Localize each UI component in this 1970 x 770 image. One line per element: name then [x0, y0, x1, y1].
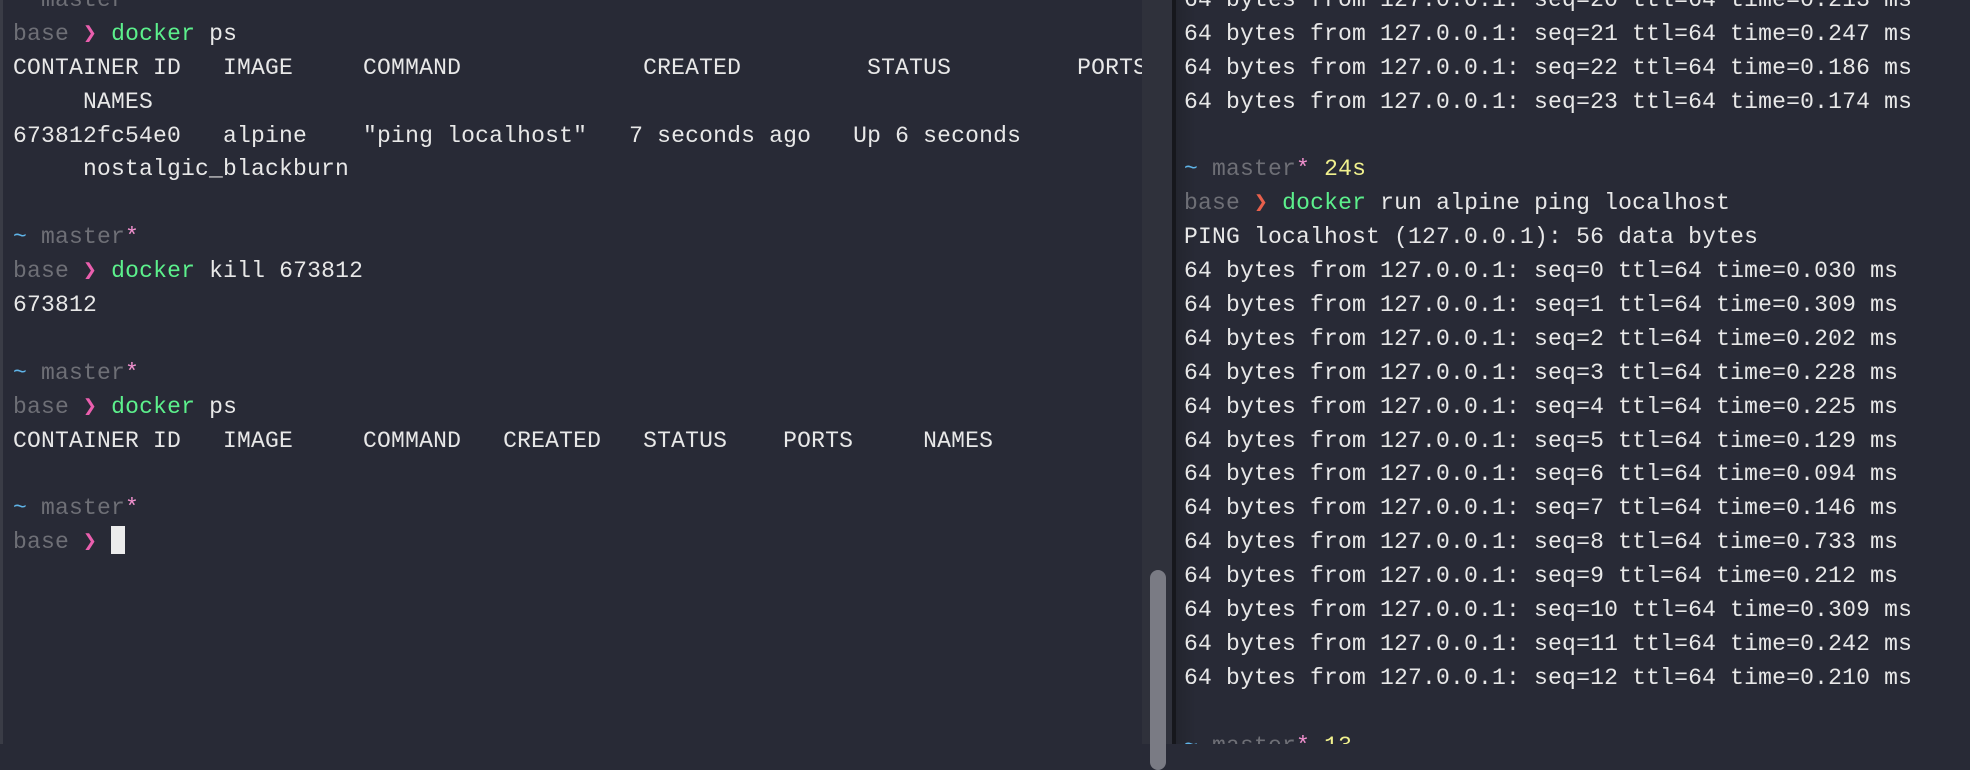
output-line: 64 bytes from 127.0.0.1: seq=11 ttl=64 t…	[1184, 630, 1913, 657]
env: base	[13, 393, 70, 420]
output-line: 64 bytes from 127.0.0.1: seq=22 ttl=64 t…	[1184, 54, 1913, 81]
dirty-marker: *	[125, 224, 140, 251]
prompt-line: base ❯ docker run alpine ping localhost	[1184, 187, 1912, 221]
dirty-marker: *	[1296, 733, 1310, 744]
branch: master	[1212, 733, 1296, 744]
command-args: ps	[195, 20, 238, 47]
env: base	[1184, 190, 1241, 217]
prompt-arrow-icon: ❯	[83, 529, 98, 556]
output-line: 64 bytes from 127.0.0.1: seq=6 ttl=64 ti…	[1184, 461, 1899, 488]
text-cursor	[111, 526, 126, 555]
prompt-line: base ❯ docker kill 673812	[13, 255, 1142, 289]
prompt-line: base ❯ docker ps	[13, 391, 1142, 425]
command-args: run alpine ping localhost	[1366, 190, 1731, 217]
git-status-line: ~ master* 13	[1184, 730, 1912, 744]
output-line: 64 bytes from 127.0.0.1: seq=20 ttl=64 t…	[1184, 0, 1913, 13]
output-line: 64 bytes from 127.0.0.1: seq=12 ttl=64 t…	[1184, 664, 1913, 691]
branch: master	[41, 359, 126, 386]
prompt-arrow-icon: ❯	[83, 258, 98, 285]
dirty-marker: *	[125, 495, 140, 522]
output-line: 64 bytes from 127.0.0.1: seq=0 ttl=64 ti…	[1184, 258, 1899, 285]
tilde: ~	[1184, 733, 1198, 744]
command-duration: 13	[1324, 733, 1352, 744]
output-line: 673812	[13, 292, 98, 319]
output-line: NAMES	[13, 88, 154, 115]
output-line: nostalgic_blackburn	[13, 156, 350, 183]
output-line: 64 bytes from 127.0.0.1: seq=3 ttl=64 ti…	[1184, 359, 1899, 386]
tilde: ~	[13, 495, 28, 522]
right-terminal-pane[interactable]: 64 bytes from 127.0.0.1: seq=20 ttl=64 t…	[1176, 0, 1970, 744]
prompt-arrow-icon: ❯	[83, 393, 98, 420]
command-duration: 24s	[1324, 156, 1367, 183]
branch: master	[41, 224, 126, 251]
output-line: 64 bytes from 127.0.0.1: seq=5 ttl=64 ti…	[1184, 427, 1899, 454]
command: docker	[111, 393, 196, 420]
prompt-arrow-icon: ❯	[1254, 190, 1269, 217]
output-line: PING localhost (127.0.0.1): 56 data byte…	[1184, 224, 1759, 251]
branch: master	[1212, 156, 1297, 183]
env: base	[13, 20, 70, 47]
branch: master	[41, 495, 126, 522]
prompt-line: base ❯ docker ps	[13, 18, 1142, 52]
output-line: 64 bytes from 127.0.0.1: seq=23 ttl=64 t…	[1184, 88, 1913, 115]
prompt-arrow-icon: ❯	[83, 20, 98, 47]
command-args: kill 673812	[195, 258, 364, 285]
git-status-line: ~ master* 24s	[1184, 153, 1912, 187]
output-line: 64 bytes from 127.0.0.1: seq=4 ttl=64 ti…	[1184, 393, 1899, 420]
git-status-line: ~ master*	[13, 0, 1142, 18]
tilde: ~	[13, 359, 28, 386]
command-args: ps	[195, 393, 238, 420]
command: docker	[1282, 190, 1367, 217]
output-line: 64 bytes from 127.0.0.1: seq=1 ttl=64 ti…	[1184, 292, 1899, 319]
git-status-line: ~ master*	[13, 357, 1142, 391]
left-terminal-pane[interactable]: ~ master* base ❯ docker ps CONTAINER ID …	[0, 0, 1142, 744]
tilde: ~	[13, 0, 28, 13]
output-line: CONTAINER ID IMAGE COMMAND CREATED STATU…	[13, 54, 1142, 81]
env: base	[13, 529, 70, 556]
output-line: 673812fc54e0 alpine "ping localhost" 7 s…	[13, 122, 1022, 149]
tilde: ~	[13, 224, 28, 251]
output-line: CONTAINER ID IMAGE COMMAND CREATED STATU…	[13, 427, 994, 454]
output-line: 64 bytes from 127.0.0.1: seq=21 ttl=64 t…	[1184, 20, 1913, 47]
dirty-marker: *	[125, 0, 140, 13]
dirty-marker: *	[1296, 156, 1311, 183]
git-status-line: ~ master*	[13, 492, 1142, 526]
output-line: 64 bytes from 127.0.0.1: seq=2 ttl=64 ti…	[1184, 325, 1899, 352]
output-line: 64 bytes from 127.0.0.1: seq=9 ttl=64 ti…	[1184, 563, 1899, 590]
env: base	[13, 258, 70, 285]
branch: master	[41, 0, 126, 13]
output-line: 64 bytes from 127.0.0.1: seq=8 ttl=64 ti…	[1184, 529, 1899, 556]
command: docker	[111, 20, 196, 47]
output-line: 64 bytes from 127.0.0.1: seq=7 ttl=64 ti…	[1184, 495, 1899, 522]
dirty-marker: *	[125, 359, 140, 386]
git-status-line: ~ master*	[13, 221, 1142, 255]
output-line: 64 bytes from 127.0.0.1: seq=10 ttl=64 t…	[1184, 597, 1913, 624]
command: docker	[111, 258, 196, 285]
scrollbar-thumb[interactable]	[1150, 570, 1166, 770]
tilde: ~	[1184, 156, 1199, 183]
active-prompt-line[interactable]: base ❯	[13, 526, 1142, 560]
